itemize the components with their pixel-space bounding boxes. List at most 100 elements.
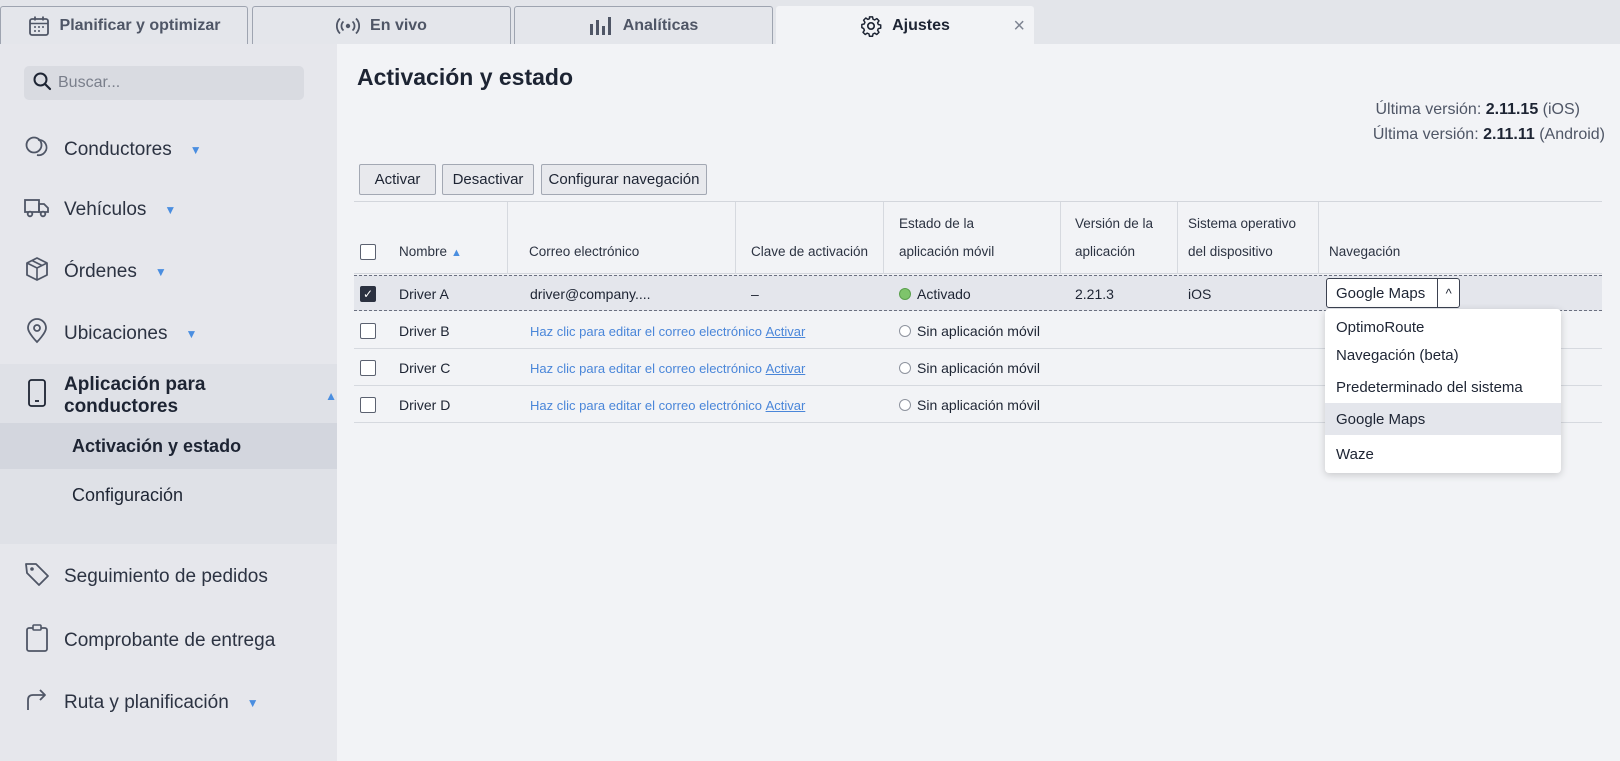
sidebar-item-ruta[interactable]: Ruta y planificación ▼ [0,683,337,723]
menu-option-google-maps[interactable]: Google Maps [1325,403,1561,435]
sidebar-item-label: Vehículos [64,199,147,220]
search-input[interactable] [58,74,298,92]
search-box [24,66,304,100]
header-line: aplicación [1075,244,1136,259]
row-checkbox[interactable]: ✓ [360,286,376,302]
tab-label: Analíticas [622,16,699,34]
menu-option-predeterminado[interactable]: Predeterminado del sistema [1325,371,1561,403]
app-state: Sin aplicación móvil [899,350,1040,386]
chevron-down-icon: ▼ [164,203,177,217]
driver-name: Driver C [399,360,451,376]
gear-icon [860,15,882,37]
row-select-cell [360,350,376,386]
phone-icon [24,379,50,413]
deactivate-button[interactable]: Desactivar [442,164,534,195]
table-header: Nombre ▲ Correo electrónico Clave de acti… [354,201,1602,274]
version-prefix: Última versión: [1372,126,1479,143]
tab-label: Ajustes [892,16,950,34]
status-text: Sin aplicación móvil [917,397,1040,413]
chevron-up-icon[interactable]: ^ [1437,279,1459,307]
tab-en-vivo[interactable]: En vivo [252,6,511,44]
drivers-icon [24,135,50,165]
tag-icon [24,561,50,593]
header-email: Correo electrónico [529,244,640,259]
column-divider [735,202,736,274]
search-icon [32,71,52,96]
driver-email[interactable]: driver@company.... [530,276,651,312]
version-platform: (Android) [1539,126,1605,143]
sidebar-item-label: Ruta y planificación [64,692,229,713]
header-name[interactable]: Nombre ▲ [399,202,462,274]
calendar-icon [28,15,50,37]
edit-email-link[interactable]: Haz clic para editar el correo electróni… [530,324,762,339]
status-text: Activado [917,286,971,302]
sidebar-item-ubicaciones[interactable]: Ubicaciones ▼ [0,314,337,354]
chevron-down-icon: ▼ [246,696,259,710]
header-line: Estado de la [899,216,975,231]
status-inactive-icon [899,362,911,374]
chevron-up-icon: ▲ [325,389,337,403]
email-cell: Haz clic para editar el correo electróni… [530,350,805,386]
tab-analiticas[interactable]: Analíticas [514,6,773,44]
clipboard-icon [24,624,50,658]
sidebar-group-app: Aplicación para conductores ▲ Activación … [0,364,337,544]
edit-email-link[interactable]: Haz clic para editar el correo electróni… [530,398,762,413]
status-text: Sin aplicación móvil [917,323,1040,339]
row-select-cell: ✓ [360,276,376,312]
app-state: Sin aplicación móvil [899,387,1040,423]
header-app-state: Estado de la aplicación móvil [899,202,994,274]
sidebar-item-aplicacion[interactable]: Aplicación para conductores ▲ [0,374,337,417]
edit-email-link[interactable]: Haz clic para editar el correo electróni… [530,361,762,376]
sidebar-item-vehiculos[interactable]: Vehículos ▼ [0,190,337,230]
ios-version: Última versión: 2.11.15 (iOS) [1375,101,1580,119]
sidebar-item-ordenes[interactable]: Órdenes ▼ [0,252,337,292]
header-label: Nombre [399,244,448,259]
chevron-down-icon: ▼ [154,265,167,279]
version-prefix: Última versión: [1375,101,1482,118]
activate-button[interactable]: Activar [359,164,436,195]
select-all-checkbox[interactable] [360,244,376,260]
sidebar-subitem-configuracion[interactable]: Configuración [0,472,337,518]
tab-ajustes[interactable]: Ajustes × [776,6,1034,44]
chevron-down-icon: ▼ [185,327,198,341]
version-platform: (iOS) [1542,101,1580,118]
version-number: 2.11.11 [1483,126,1535,143]
close-icon[interactable]: × [1013,15,1025,38]
activation-key: – [751,286,759,302]
sidebar-item-comprobante[interactable]: Comprobante de entrega [0,621,337,661]
tab-label: En vivo [370,16,427,34]
activate-link[interactable]: Activar [766,398,806,413]
configure-navigation-button[interactable]: Configurar navegación [541,164,707,195]
menu-option-navegacion-beta[interactable]: Navegación (beta) [1325,339,1561,371]
row-checkbox[interactable] [360,360,376,376]
version-number: 2.11.15 [1485,101,1539,118]
driver-name: Driver A [399,286,449,302]
column-divider [1177,202,1178,274]
bar-chart-icon [589,16,613,36]
package-icon [24,256,50,288]
tab-planificar[interactable]: Planificar y optimizar [0,6,248,44]
column-divider [1060,202,1061,274]
sidebar-item-label: Seguimiento de pedidos [64,566,268,587]
device-os: iOS [1188,286,1212,302]
header-line: Versión de la [1075,216,1154,231]
status-inactive-icon [899,399,911,411]
truck-icon [24,195,50,225]
sidebar-subitem-activacion[interactable]: Activación y estado [0,423,337,469]
header-line: aplicación móvil [899,244,995,259]
tab-label: Planificar y optimizar [59,16,221,34]
column-divider [507,202,508,274]
navigation-dropdown-menu: OptimoRoute Navegación (beta) Predetermi… [1325,309,1561,473]
driver-name: Driver D [399,397,451,413]
pin-icon [24,318,50,350]
activate-link[interactable]: Activar [766,361,806,376]
header-activation-key: Clave de activación [751,244,869,259]
row-checkbox[interactable] [360,323,376,339]
menu-option-waze[interactable]: Waze [1325,438,1561,470]
row-checkbox[interactable] [360,397,376,413]
navigation-select[interactable]: Google Maps ^ [1326,278,1460,308]
sidebar-item-conductores[interactable]: Conductores ▼ [0,130,337,170]
activate-link[interactable]: Activar [766,324,806,339]
sidebar-item-label: Ubicaciones [64,323,168,344]
sidebar-item-seguimiento[interactable]: Seguimiento de pedidos [0,557,337,597]
